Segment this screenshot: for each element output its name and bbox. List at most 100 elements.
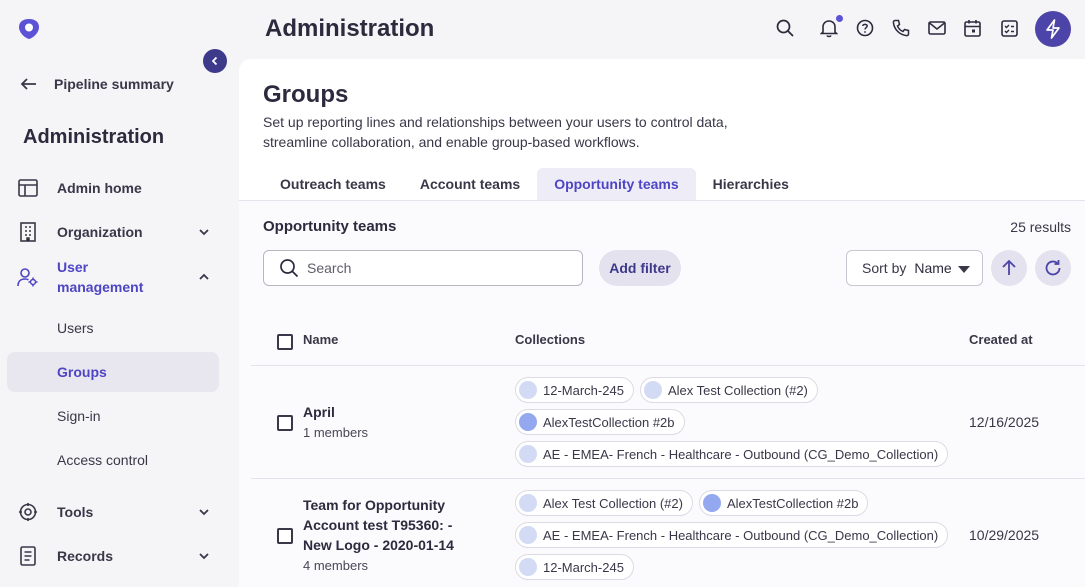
refresh-button[interactable] [1035,250,1071,286]
row-checkbox[interactable] [277,415,293,431]
list-panel: Opportunity teams 25 results Add filter … [239,201,1085,587]
add-filter-button[interactable]: Add filter [599,250,681,286]
created-date: 10/29/2025 [969,527,1040,543]
column-collections: Collections [515,332,586,347]
sidebar-item-tools[interactable]: Tools [7,501,219,523]
main-panel: Groups Set up reporting lines and relati… [239,59,1085,587]
collection-dot [643,381,662,399]
building-icon [17,221,39,243]
collection-chip-label: Alex Test Collection (#2) [667,382,808,398]
collections-cell: 12-March-245 Alex Test Collection (#2) A… [515,374,955,470]
tab-outreach-teams[interactable]: Outreach teams [263,168,403,200]
chevron-down-icon [199,553,209,560]
sidebar-subitem-users[interactable]: Users [7,308,219,348]
row-checkbox[interactable] [277,528,293,544]
chevron-up-icon [199,273,209,280]
sidebar-item-label-line1: User [57,259,89,275]
collection-chip[interactable]: 12-March-245 [515,554,634,580]
header-title: Administration [265,15,435,42]
sort-value: Name [914,260,952,276]
collection-chip[interactable]: Alex Test Collection (#2) [515,490,693,516]
bolt-button[interactable] [1035,11,1071,47]
sidebar: Pipeline summary Administration Admin ho… [0,0,239,587]
back-link-label: Pipeline summary [54,76,174,92]
search-icon [280,259,299,278]
tab-opportunity-teams[interactable]: Opportunity teams [537,168,696,200]
collection-chip[interactable]: AE - EMEA- French - Healthcare - Outboun… [515,441,949,467]
collection-dot [519,413,537,431]
list-title: Opportunity teams [263,218,397,235]
top-header: Administration [239,0,1085,59]
search-box[interactable] [263,250,583,286]
sidebar-subitem-sign-in[interactable]: Sign-in [7,396,219,436]
collection-dot [702,494,721,512]
collections-cell: Alex Test Collection (#2) AlexTestCollec… [515,487,955,583]
tab-hierarchies[interactable]: Hierarchies [696,168,806,200]
sidebar-item-label: Admin home [57,180,142,196]
outreach-logo-icon[interactable] [17,17,41,41]
chevron-down-icon [199,229,209,236]
team-members: 4 members [303,558,369,573]
sidebar-item-label: Organization [57,224,143,240]
collection-chip[interactable]: AE - EMEA- French - Healthcare - Outboun… [515,522,949,548]
sidebar-item-user-management[interactable]: User management [7,257,219,297]
sidebar-item-records[interactable]: Records [7,545,219,567]
collection-chip[interactable]: 12-March-245 [515,377,634,403]
team-name[interactable]: Team for Opportunity Account test T95360… [303,495,473,555]
search-icon[interactable] [774,17,796,39]
help-icon[interactable] [854,17,876,39]
arrow-left-icon [20,78,36,90]
sidebar-item-label: Records [57,548,114,564]
sort-select[interactable]: Sort by Name [846,250,983,286]
collapse-sidebar-button[interactable] [203,49,227,73]
tab-account-teams[interactable]: Account teams [403,168,537,200]
page-title: Groups [263,81,349,108]
sidebar-subitem-access-control[interactable]: Access control [7,440,219,480]
phone-icon[interactable] [890,17,912,39]
collection-chip-label: 12-March-245 [543,382,624,398]
tasks-icon[interactable] [998,17,1020,39]
team-name[interactable]: April [303,402,473,422]
user-gear-icon [17,266,39,288]
chevron-left-icon [211,56,218,66]
sidebar-item-organization[interactable]: Organization [7,221,219,243]
calendar-icon[interactable] [961,17,983,39]
collection-dot [519,558,537,576]
page-description: Set up reporting lines and relationships… [263,114,728,150]
team-members: 1 members [303,425,369,440]
select-all-checkbox[interactable] [277,334,293,350]
chevron-down-icon [199,509,209,516]
refresh-icon [1045,260,1061,276]
collection-dot [519,445,537,463]
sidebar-item-admin-home[interactable]: Admin home [7,177,219,199]
collection-chip-label: Alex Test Collection (#2) [543,495,683,511]
collection-chip[interactable]: AlexTestCollection #2b [515,409,685,435]
layout-icon [17,177,39,199]
table-row[interactable]: Team for Opportunity Account test T95360… [251,479,1085,587]
arrow-up-icon [1002,259,1016,275]
tabs: Outreach teams Account teams Opportunity… [263,168,806,200]
tools-icon [17,501,39,523]
sort-label: Sort by [862,260,907,276]
collection-chip[interactable]: Alex Test Collection (#2) [639,377,818,403]
sort-direction-button[interactable] [991,250,1027,286]
bolt-icon [1046,19,1060,39]
mail-icon[interactable] [926,17,948,39]
collection-chip-label: AE - EMEA- French - Healthcare - Outboun… [543,446,939,462]
table-header: Name Collections Created at [251,315,1085,366]
table-row[interactable]: April 1 members 12-March-245 Alex Test C… [251,366,1085,479]
collection-chip[interactable]: AlexTestCollection #2b [698,490,869,516]
search-input[interactable] [307,260,567,276]
collection-chip-label: AE - EMEA- French - Healthcare - Outboun… [543,527,939,543]
sidebar-item-label-line2: management [57,279,144,295]
column-name: Name [303,332,339,347]
sidebar-title: Administration [23,126,165,148]
sidebar-subitem-groups[interactable]: Groups [7,352,219,392]
column-created-at: Created at [969,332,1033,347]
collection-dot [519,526,537,544]
back-link[interactable]: Pipeline summary [20,72,174,96]
created-date: 12/16/2025 [969,414,1040,430]
caret-down-icon [958,266,970,273]
collection-chip-label: AlexTestCollection #2b [543,414,675,430]
collection-chip-label: 12-March-245 [543,559,624,575]
